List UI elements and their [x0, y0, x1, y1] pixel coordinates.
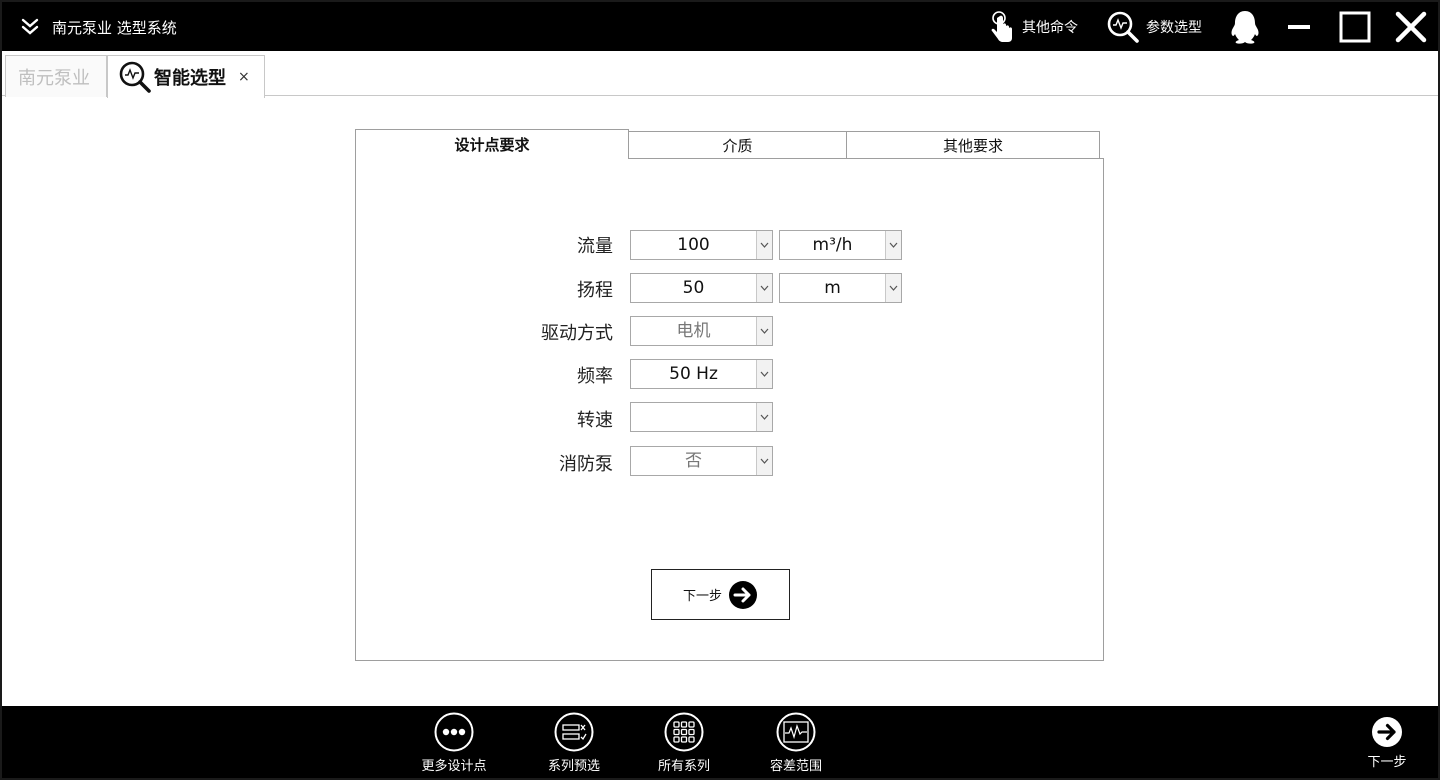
tab-home-label: 南元泵业	[18, 67, 90, 89]
flow-label: 流量	[577, 236, 613, 257]
bottom-next-step-label: 下一步	[1367, 755, 1407, 770]
chevron-down-icon[interactable]	[756, 231, 772, 259]
tolerance-range-label: 容差范围	[769, 759, 822, 774]
checklist-icon	[554, 712, 594, 752]
next-step-label: 下一步	[682, 589, 722, 604]
flow-value: 100	[677, 235, 710, 255]
tab-other-requirements[interactable]: 其他要求	[846, 131, 1100, 159]
frequency-value: 50 Hz	[669, 364, 718, 384]
all-series-label: 所有系列	[657, 759, 710, 774]
more-design-points-label: 更多设计点	[421, 759, 487, 774]
chevron-down-icon[interactable]	[885, 231, 901, 259]
next-step-button[interactable]: 下一步	[651, 569, 790, 620]
other-commands-button[interactable]: 其他命令	[988, 10, 1078, 44]
more-dots-icon	[434, 712, 474, 752]
bottom-toolbar: 更多设计点 系列预选 所有系列 容差范围 下一步	[2, 706, 1438, 778]
close-window-icon[interactable]	[1392, 8, 1430, 46]
speed-select[interactable]	[630, 402, 773, 432]
app-title: 南元泵业 选型系统	[52, 19, 177, 37]
tolerance-range-button[interactable]: 容差范围	[761, 712, 831, 774]
minimize-icon[interactable]	[1280, 8, 1318, 46]
series-preselect-button[interactable]: 系列预选	[539, 712, 609, 774]
head-unit-select[interactable]: m	[779, 273, 902, 303]
bottom-next-step-button[interactable]: 下一步	[1352, 716, 1422, 770]
head-value: 50	[682, 278, 705, 298]
search-chart-icon	[1107, 11, 1139, 43]
all-series-button[interactable]: 所有系列	[649, 712, 719, 774]
tab-medium[interactable]: 介质	[628, 131, 847, 159]
flow-select[interactable]: 100	[630, 230, 773, 260]
qq-penguin-icon[interactable]	[1226, 8, 1264, 46]
touch-hand-icon	[991, 11, 1012, 42]
fire-pump-value: 否	[685, 451, 702, 471]
chevron-down-icon[interactable]	[756, 447, 772, 475]
tab-close-button[interactable]: ×	[238, 69, 250, 85]
arrow-right-circle-icon	[729, 580, 757, 609]
series-preselect-label: 系列预选	[547, 759, 600, 774]
page-tabs-bar: 南元泵业 智能选型 ×	[2, 51, 1438, 98]
frequency-select[interactable]: 50 Hz	[630, 359, 773, 389]
speed-label: 转速	[577, 410, 613, 431]
drive-label: 驱动方式	[541, 323, 613, 344]
flow-unit-select[interactable]: m³/h	[779, 230, 902, 260]
speed-value	[631, 403, 756, 431]
fire-pump-label: 消防泵	[559, 454, 613, 475]
chevron-down-icon[interactable]	[885, 274, 901, 302]
tab-home[interactable]: 南元泵业	[5, 55, 107, 97]
waveform-icon	[776, 712, 816, 752]
param-selection-label: 参数选型	[1146, 20, 1202, 36]
head-label: 扬程	[577, 280, 613, 301]
maximize-icon[interactable]	[1336, 8, 1374, 46]
param-selection-button[interactable]: 参数选型	[1106, 10, 1202, 44]
chevron-down-icon[interactable]	[756, 360, 772, 388]
drive-value: 电机	[676, 321, 711, 341]
tab-design-point[interactable]: 设计点要求	[355, 129, 629, 159]
flow-unit-value: m³/h	[812, 235, 853, 255]
tab-smart-label: 智能选型	[154, 68, 226, 89]
fire-pump-select[interactable]: 否	[630, 446, 773, 476]
other-commands-label: 其他命令	[1022, 20, 1078, 36]
double-chevron-down-icon[interactable]	[18, 15, 42, 39]
drive-select[interactable]: 电机	[630, 316, 773, 346]
more-design-points-button[interactable]: 更多设计点	[419, 712, 489, 774]
title-bar: 南元泵业 选型系统 其他命令 参数选型	[2, 2, 1438, 51]
search-chart-icon	[119, 61, 151, 93]
arrow-right-circle-icon	[1372, 717, 1402, 747]
head-unit-value: m	[824, 278, 841, 298]
chevron-down-icon[interactable]	[756, 317, 772, 345]
frequency-label: 频率	[577, 366, 613, 387]
grid-icon	[664, 712, 704, 752]
chevron-down-icon[interactable]	[756, 403, 772, 431]
head-select[interactable]: 50	[630, 273, 773, 303]
chevron-down-icon[interactable]	[756, 274, 772, 302]
tab-smart-selection[interactable]: 智能选型 ×	[107, 55, 265, 98]
